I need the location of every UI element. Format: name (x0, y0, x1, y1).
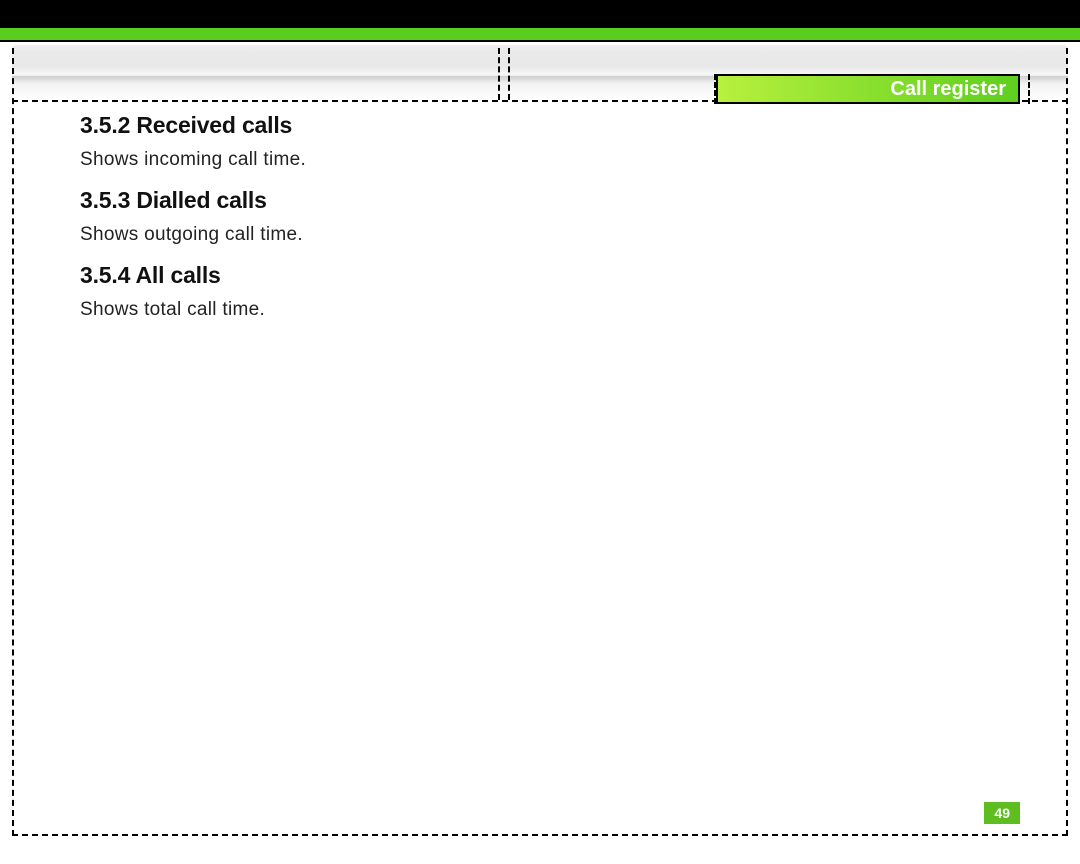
body-received-calls: Shows incoming call time. (80, 149, 1000, 171)
heading-received-calls: 3.5.2 Received calls (80, 112, 1000, 139)
page-content: 3.5.2 Received calls Shows incoming call… (80, 112, 1000, 337)
top-green-bar (0, 28, 1080, 40)
crop-mark-bottom (12, 834, 1068, 836)
crop-mark-left (12, 48, 14, 836)
body-all-calls: Shows total call time. (80, 299, 1000, 321)
crop-mark-right (1066, 48, 1068, 836)
section-tab: Call register (716, 74, 1020, 104)
page-number-badge: 49 (984, 802, 1020, 824)
tab-crop-guide (1028, 74, 1030, 104)
page-number: 49 (994, 805, 1010, 821)
body-dialled-calls: Shows outgoing call time. (80, 224, 1000, 246)
crop-guide (498, 48, 500, 100)
document-page: Call register 3.5.2 Received calls Shows… (0, 0, 1080, 864)
divider-line (0, 40, 1080, 42)
top-black-bar (0, 0, 1080, 28)
crop-guide (508, 48, 510, 100)
section-tab-label: Call register (890, 78, 1006, 100)
heading-all-calls: 3.5.4 All calls (80, 262, 1000, 289)
heading-dialled-calls: 3.5.3 Dialled calls (80, 187, 1000, 214)
